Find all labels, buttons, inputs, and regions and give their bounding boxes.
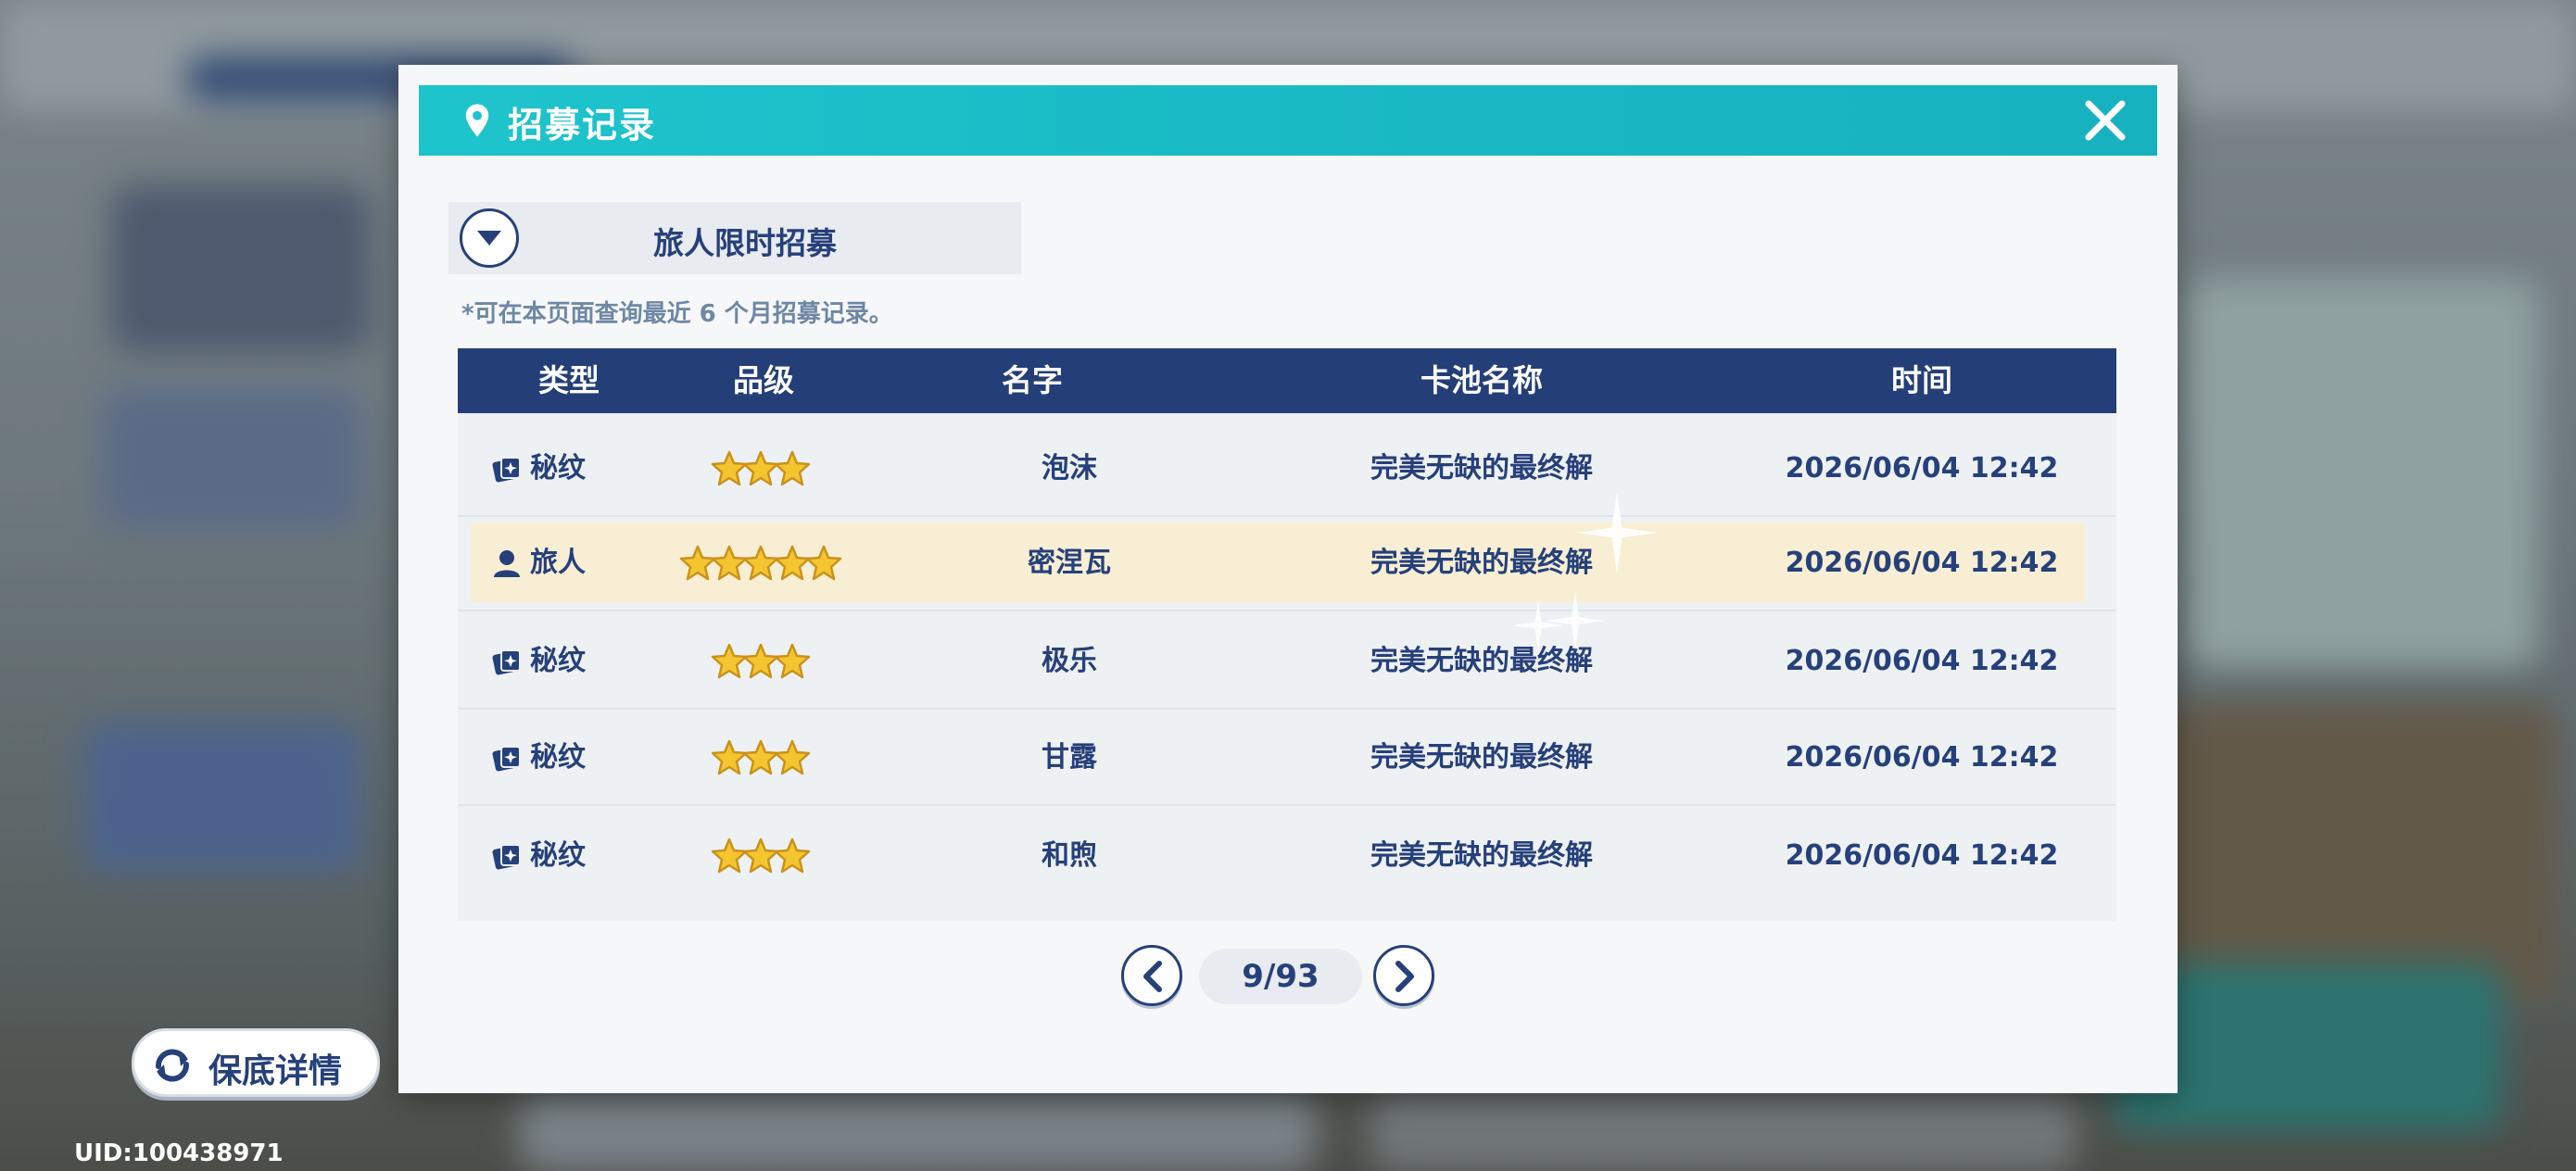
header-time: 时间 (1891, 362, 1952, 398)
cycle-arrows-icon (156, 1049, 189, 1082)
table-row: 秘纹 和煦 完美无缺的最终解 2026/06/04 12:42 (458, 808, 2116, 904)
close-icon[interactable] (2077, 93, 2133, 148)
chevron-left-icon (1143, 961, 1162, 992)
type-cell: 秘纹 (491, 808, 621, 904)
table-header: 类型 品级 名字 卡池名称 时间 (458, 348, 2116, 413)
person-icon (494, 550, 520, 577)
name-cell: 极乐 (1042, 645, 1097, 677)
card-icon (492, 649, 521, 675)
name-cell: 和煦 (1042, 839, 1097, 872)
type-cell: 秘纹 (491, 421, 621, 517)
location-pin-icon (465, 104, 489, 137)
sparkle-icon (1576, 492, 1658, 573)
header-pool: 卡池名称 (1421, 362, 1543, 398)
rarity-stars (606, 710, 921, 806)
name-cell: 泡沫 (1042, 452, 1097, 485)
user-id: UID:100438971 (74, 1140, 284, 1167)
next-page-button[interactable] (1373, 945, 1434, 1006)
page-indicator: 9/93 (1199, 949, 1362, 1004)
type-label: 秘纹 (530, 645, 586, 677)
recruit-record-dialog: 招募记录 旅人限时招募 *可在本页面查询最近 6 个月招募记录。 类型 品级 名… (398, 65, 2178, 1093)
name-cell: 甘露 (1042, 741, 1097, 774)
time-cell: 2026/06/04 12:42 (1785, 547, 2059, 579)
header-rarity: 品级 (733, 362, 794, 398)
star-icon (805, 545, 842, 581)
type-label: 秘纹 (530, 839, 586, 872)
table-body: 秘纹 泡沫完美无缺的最终解 2026/06/04 12:42 旅人 密涅瓦完美无缺的最终… (458, 413, 2116, 921)
rarity-stars (606, 808, 921, 904)
recruit-table: 类型 品级 名字 卡池名称 时间 秘纹 泡沫完美无缺的最终解 2026/06/04 … (458, 348, 2116, 921)
rarity-stars (606, 613, 921, 710)
time-cell: 2026/06/04 12:42 (1785, 839, 2059, 872)
guarantee-details-button[interactable]: 保底详情 (132, 1028, 380, 1097)
time-cell: 2026/06/04 12:42 (1785, 741, 2059, 774)
time-cell: 2026/06/04 12:42 (1785, 645, 2059, 677)
table-row: 秘纹 泡沫 完美无缺的最终解 2026/06/04 12:42 (458, 421, 2116, 517)
star-icon (774, 837, 811, 874)
card-icon (492, 844, 521, 870)
sparkle-icon (1546, 591, 1605, 650)
pool-dropdown[interactable]: 旅人限时招募 (448, 202, 1021, 274)
pool-cell: 完美无缺的最终解 (1370, 839, 1593, 872)
type-label: 秘纹 (530, 452, 586, 485)
card-icon (492, 457, 521, 483)
pool-cell: 完美无缺的最终解 (1370, 741, 1593, 774)
header-name: 名字 (1002, 362, 1063, 398)
chevron-down-icon (460, 208, 519, 268)
table-row: 秘纹 极乐 完美无缺的最终解 2026/06/04 12:42 (458, 613, 2116, 710)
rarity-stars (606, 421, 921, 517)
type-label: 秘纹 (530, 741, 586, 774)
table-row: 秘纹 甘露 完美无缺的最终解 2026/06/04 12:42 (458, 710, 2116, 806)
time-cell: 2026/06/04 12:42 (1785, 452, 2059, 485)
type-cell: 秘纹 (491, 613, 621, 710)
star-icon (774, 739, 811, 775)
dialog-title: 招募记录 (508, 105, 657, 145)
guarantee-details-label: 保底详情 (208, 1052, 343, 1090)
type-cell: 旅人 (491, 515, 621, 611)
header-type: 类型 (538, 362, 600, 398)
star-icon (774, 450, 811, 486)
prev-page-button[interactable] (1121, 945, 1182, 1006)
chevron-right-icon (1395, 961, 1414, 992)
star-icon (774, 643, 811, 679)
table-row: 旅人 密涅瓦 完美无缺的最终解 2026/06/04 12:42 (458, 515, 2116, 611)
type-cell: 秘纹 (491, 710, 621, 806)
type-label: 旅人 (530, 547, 586, 579)
rarity-stars (606, 515, 921, 611)
card-icon (492, 746, 521, 772)
dialog-header: 招募记录 (419, 85, 2157, 156)
pool-dropdown-label: 旅人限时招募 (653, 225, 837, 261)
pool-cell: 完美无缺的最终解 (1370, 645, 1593, 677)
pagination: 9/93 (398, 945, 2178, 1010)
name-cell: 密涅瓦 (1028, 547, 1111, 579)
history-note: *可在本页面查询最近 6 个月招募记录。 (461, 300, 893, 328)
